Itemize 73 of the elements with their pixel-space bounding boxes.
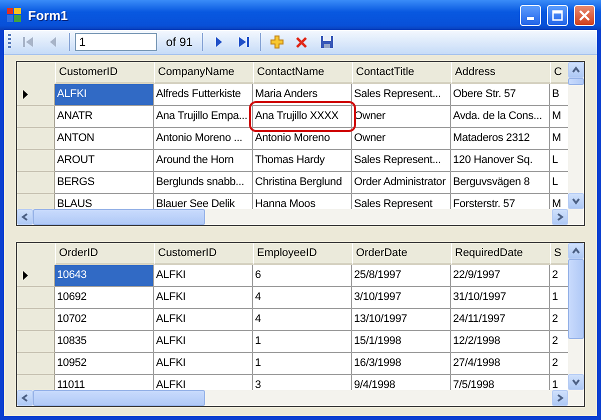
table-cell: Berglunds snabb... — [154, 172, 253, 194]
table-cell: 1 — [253, 353, 352, 375]
column-header[interactable]: ContactTitle — [352, 62, 451, 84]
table-cell: 3/10/1997 — [352, 287, 451, 309]
table-cell: 120 Hanover Sq. — [451, 150, 550, 172]
table-cell: Thomas Hardy — [253, 150, 352, 172]
table-cell: ALFKI — [154, 309, 253, 331]
table-cell: AROUT — [55, 150, 154, 172]
table-cell: 22/9/1997 — [451, 265, 550, 287]
table-cell: 31/10/1997 — [451, 287, 550, 309]
table-cell: 13/10/1997 — [352, 309, 451, 331]
column-header[interactable]: C — [550, 62, 568, 84]
table-cell: 15/1/1998 — [352, 331, 451, 353]
column-header[interactable]: OrderDate — [352, 243, 451, 265]
table-cell: 25/8/1997 — [352, 265, 451, 287]
table-cell: 10702 — [55, 309, 154, 331]
table-cell: ALFKI — [154, 353, 253, 375]
table-cell: 4 — [253, 287, 352, 309]
table-cell: 12/2/1998 — [451, 331, 550, 353]
column-header[interactable]: ContactName — [253, 62, 352, 84]
table-cell: 9/4/1998 — [352, 375, 451, 390]
table-cell: Sales Represent — [352, 194, 451, 209]
column-header[interactable]: EmployeeID — [253, 243, 352, 265]
table-cell: 10952 — [55, 353, 154, 375]
position-field[interactable]: 1 — [75, 33, 157, 51]
table-cell: ANTON — [55, 128, 154, 150]
table-cell: 4 — [253, 309, 352, 331]
table-cell: 6 — [253, 265, 352, 287]
record-count: of 91 — [166, 35, 193, 49]
table-cell: Christina Berglund — [253, 172, 352, 194]
table-cell: 24/11/1997 — [451, 309, 550, 331]
table-cell: 27/4/1998 — [451, 353, 550, 375]
table-cell: ALFKI — [154, 265, 253, 287]
column-header[interactable]: CustomerID — [55, 62, 154, 84]
table-cell: ANATR — [55, 106, 154, 128]
table-cell: Forsterstr. 57 — [451, 194, 550, 209]
window-title: Form1 — [28, 8, 69, 22]
column-header[interactable]: RequiredDate — [451, 243, 550, 265]
table-cell: ALFKI — [154, 331, 253, 353]
table-cell: Avda. de la Cons... — [451, 106, 550, 128]
table-cell: 7/5/1998 — [451, 375, 550, 390]
table-cell: Ana Trujillo Empa... — [154, 106, 253, 128]
table-cell: Around the Horn — [154, 150, 253, 172]
table-cell: BERGS — [55, 172, 154, 194]
table-cell: BLAUS — [55, 194, 154, 209]
column-header[interactable]: CustomerID — [154, 243, 253, 265]
table-cell: Obere Str. 57 — [451, 84, 550, 106]
table-cell: Antonio Moreno ... — [154, 128, 253, 150]
table-cell: 1 — [253, 331, 352, 353]
table-cell: Alfreds Futterkiste — [154, 84, 253, 106]
column-header[interactable]: Address — [451, 62, 550, 84]
table-cell: Sales Represent... — [352, 84, 451, 106]
table-cell: Owner — [352, 128, 451, 150]
table-cell: 16/3/1998 — [352, 353, 451, 375]
table-cell: Blauer See Delik — [154, 194, 253, 209]
table-cell: Antonio Moreno — [253, 128, 352, 150]
table-cell: 3 — [253, 375, 352, 390]
table-cell: Maria Anders — [253, 84, 352, 106]
table-cell: Order Administrator — [352, 172, 451, 194]
column-header[interactable]: S — [550, 243, 568, 265]
table-cell: Berguvsvägen 8 — [451, 172, 550, 194]
table-cell: ALFKI — [55, 84, 154, 106]
table-cell: 10835 — [55, 331, 154, 353]
table-cell: Sales Represent... — [352, 150, 451, 172]
column-header[interactable]: OrderID — [55, 243, 154, 265]
column-header[interactable]: CompanyName — [154, 62, 253, 84]
table-cell: Mataderos 2312 — [451, 128, 550, 150]
table-cell: Hanna Moos — [253, 194, 352, 209]
table-cell: ALFKI — [154, 375, 253, 390]
table-cell: 10692 — [55, 287, 154, 309]
table-cell: 11011 — [55, 375, 154, 390]
table-cell: ALFKI — [154, 287, 253, 309]
table-cell: 10643 — [55, 265, 154, 287]
